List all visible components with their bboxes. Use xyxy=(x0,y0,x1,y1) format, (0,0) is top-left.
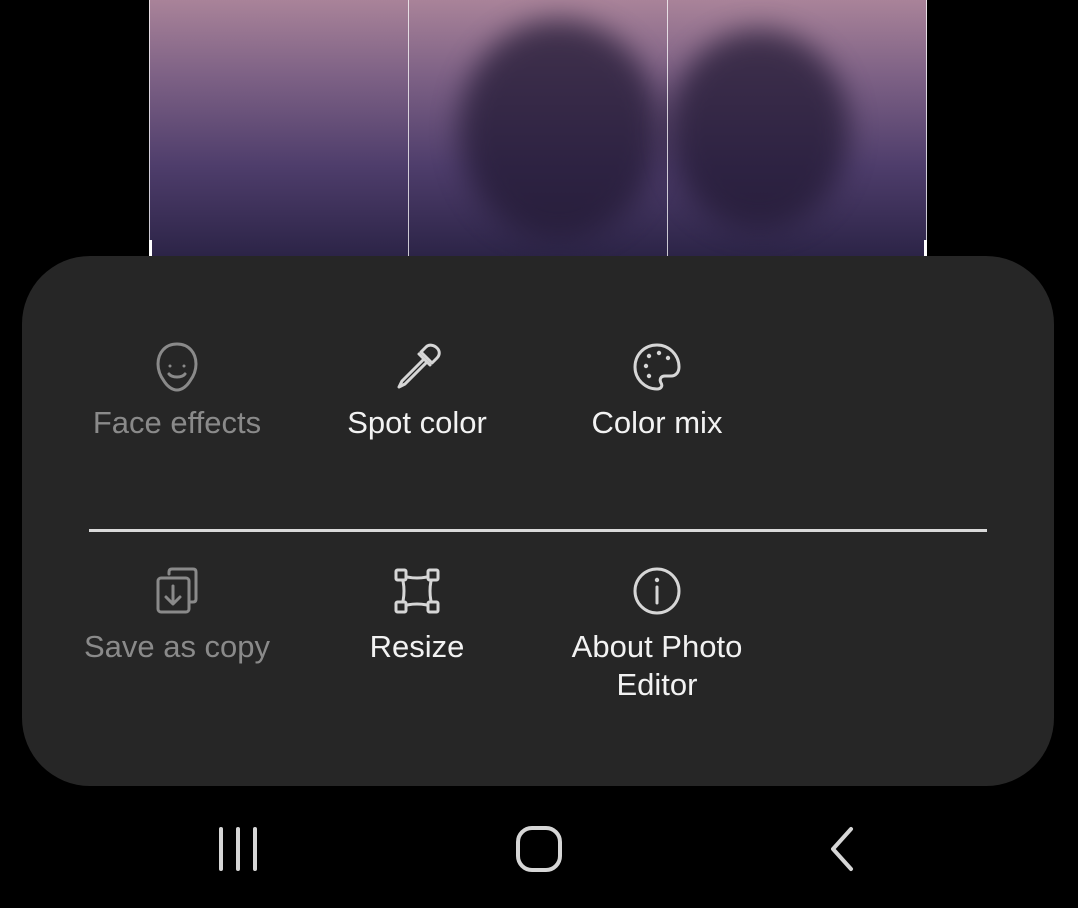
crop-grid-line xyxy=(667,0,668,256)
navigation-bar xyxy=(0,786,1078,908)
resize-label: Resize xyxy=(369,629,465,664)
crop-grid-line xyxy=(926,0,927,256)
about-photo-editor-button[interactable]: About Photo Editor xyxy=(537,566,777,704)
spot-color-button[interactable]: Spot color xyxy=(297,342,537,442)
crop-handle-left[interactable] xyxy=(149,240,152,256)
resize-button[interactable]: Resize xyxy=(297,566,537,666)
spot-color-label: Spot color xyxy=(347,405,487,440)
back-icon xyxy=(827,826,857,877)
save-as-copy-label: Save as copy xyxy=(83,629,271,664)
photo-shadow xyxy=(669,30,849,230)
recent-apps-icon xyxy=(215,826,261,877)
face-effects-label: Face effects xyxy=(92,405,262,440)
photo-shadow xyxy=(459,20,659,240)
more-options-sheet: Face effects Spot color Color mix Save a… xyxy=(22,256,1054,786)
eyedropper-icon xyxy=(392,342,442,392)
save-as-copy-button[interactable]: Save as copy xyxy=(57,566,297,666)
info-icon xyxy=(632,566,682,616)
home-icon xyxy=(514,824,564,879)
photo-preview xyxy=(149,0,927,256)
color-mix-button[interactable]: Color mix xyxy=(537,342,777,442)
face-effects-button[interactable]: Face effects xyxy=(57,342,297,442)
recent-apps-button[interactable] xyxy=(198,811,278,891)
crop-grid-line xyxy=(408,0,409,256)
home-button[interactable] xyxy=(499,811,579,891)
menu-divider xyxy=(89,529,987,532)
crop-grid-line xyxy=(149,0,150,256)
about-photo-editor-label: About Photo Editor xyxy=(571,629,743,702)
back-button[interactable] xyxy=(802,811,882,891)
crop-handle-right[interactable] xyxy=(924,240,927,256)
resize-icon xyxy=(392,566,442,616)
face-icon xyxy=(152,342,202,392)
palette-icon xyxy=(632,342,682,392)
save-copy-icon xyxy=(152,566,202,616)
color-mix-label: Color mix xyxy=(591,405,723,440)
